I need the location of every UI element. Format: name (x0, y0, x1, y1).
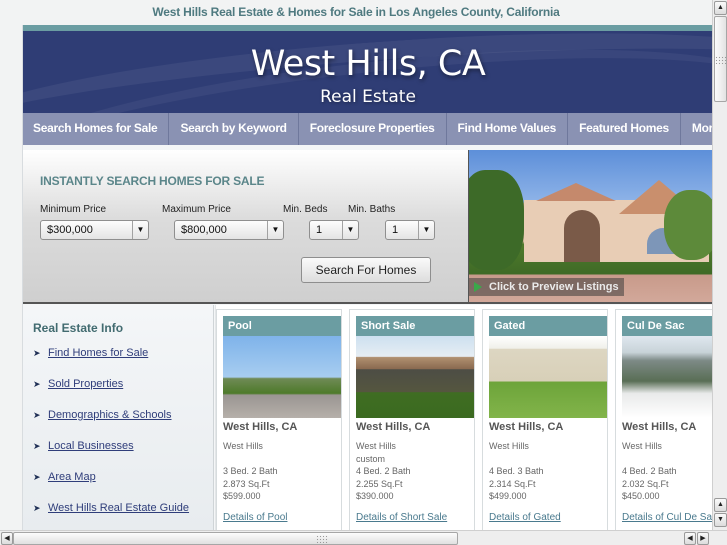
hero-tree (469, 170, 524, 270)
listing-details-link[interactable]: Details of Cul De Sac (622, 512, 712, 523)
listing-city: West Hills, CA (622, 421, 697, 433)
grip-icon (715, 56, 727, 64)
sidebar-heading: Real Estate Info (33, 321, 124, 335)
site-banner: West Hills, CA Real Estate (23, 25, 712, 113)
min-price-value: $300,000 (47, 224, 93, 236)
listing-photo[interactable] (356, 336, 474, 418)
min-baths-select[interactable]: 1 ▼ (385, 220, 435, 240)
listing-info: West Hills custom 4 Bed. 2 Bath 2.255 Sq… (356, 441, 411, 502)
listing-city: West Hills, CA (223, 421, 298, 433)
page-content: West Hills, CA Real Estate Search Homes … (22, 25, 712, 530)
listing-details-link[interactable]: Details of Pool (223, 512, 287, 523)
scroll-left-button[interactable]: ◀ (1, 532, 13, 545)
hero-entry-arch (564, 210, 600, 262)
vertical-scrollbar[interactable]: ▲ ▲ ▼ (712, 0, 727, 530)
listing-details-link[interactable]: Details of Short Sale (356, 512, 447, 523)
chevron-down-icon[interactable]: ▼ (267, 221, 283, 239)
scroll-up-button[interactable]: ▲ (714, 1, 727, 15)
search-for-homes-button[interactable]: Search For Homes (301, 257, 431, 283)
min-price-select[interactable]: $300,000 ▼ (40, 220, 149, 240)
min-beds-label: Min. Beds (283, 204, 328, 215)
listing-info: West Hills 3 Bed. 2 Bath 2.873 Sq.Ft $59… (223, 441, 278, 502)
grip-icon (316, 535, 328, 543)
preview-listings-link[interactable]: Click to Preview Listings (469, 278, 624, 296)
sidebar-link-guide[interactable]: West Hills Real Estate Guide (48, 502, 189, 514)
nav-search-homes[interactable]: Search Homes for Sale (23, 113, 170, 145)
sidebar-link-area-map[interactable]: Area Map (48, 471, 96, 483)
preview-listings-label: Click to Preview Listings (489, 281, 619, 293)
hero-tree (664, 190, 712, 260)
page-heading: West Hills Real Estate & Homes for Sale … (152, 5, 560, 19)
bullet-arrow-icon: ➤ (33, 503, 41, 513)
listing-category: Gated (489, 316, 607, 336)
horizontal-scrollbar[interactable]: ◀ ◀ ▶ (0, 530, 727, 545)
listing-info: West Hills 4 Bed. 2 Bath 2.032 Sq.Ft $45… (622, 441, 677, 502)
scroll-left-button-right[interactable]: ◀ (684, 532, 696, 545)
search-heading: INSTANTLY SEARCH HOMES FOR SALE (40, 174, 265, 188)
nav-foreclosures[interactable]: Foreclosure Properties (299, 113, 447, 145)
listing-card: Gated West Hills, CA West Hills 4 Bed. 3… (482, 309, 608, 530)
scroll-up-button-lower[interactable]: ▲ (714, 498, 727, 512)
bullet-arrow-icon: ➤ (33, 348, 41, 358)
bullet-arrow-icon: ➤ (33, 441, 41, 451)
chevron-down-icon[interactable]: ▼ (342, 221, 358, 239)
bullet-arrow-icon: ➤ (33, 472, 41, 482)
bullet-arrow-icon: ➤ (33, 379, 41, 389)
listing-photo[interactable] (622, 336, 712, 418)
listing-photo[interactable] (489, 336, 607, 418)
listing-card: Pool West Hills, CA West Hills 3 Bed. 2 … (216, 309, 342, 530)
max-price-label: Maximum Price (162, 204, 231, 215)
bullet-arrow-icon: ➤ (33, 410, 41, 420)
max-price-value: $800,000 (181, 224, 227, 236)
nav-home-values[interactable]: Find Home Values (447, 113, 569, 145)
listing-city: West Hills, CA (356, 421, 431, 433)
listing-card: Short Sale West Hills, CA West Hills cus… (349, 309, 475, 530)
nav-featured-homes[interactable]: Featured Homes (568, 113, 681, 145)
vertical-scroll-thumb[interactable] (714, 16, 727, 102)
min-beds-select[interactable]: 1 ▼ (309, 220, 359, 240)
play-arrow-icon (474, 282, 482, 292)
horizontal-scroll-thumb[interactable] (13, 532, 458, 545)
site-subtitle: Real Estate (320, 87, 416, 107)
search-panel: INSTANTLY SEARCH HOMES FOR SALE Minimum … (23, 150, 468, 304)
max-price-select[interactable]: $800,000 ▼ (174, 220, 284, 240)
chevron-down-icon[interactable]: ▼ (132, 221, 148, 239)
listing-info: West Hills 4 Bed. 3 Bath 2.314 Sq.Ft $49… (489, 441, 544, 502)
min-beds-value: 1 (316, 224, 323, 236)
listing-details-link[interactable]: Details of Gated (489, 512, 561, 523)
scroll-right-button[interactable]: ▶ (697, 532, 709, 545)
sidebar-link-find-homes[interactable]: Find Homes for Sale (48, 347, 148, 359)
listing-city: West Hills, CA (489, 421, 564, 433)
nav-search-keyword[interactable]: Search by Keyword (169, 113, 299, 145)
min-baths-label: Min. Baths (348, 204, 396, 215)
listing-photo[interactable] (223, 336, 341, 418)
sidebar-link-demographics[interactable]: Demographics & Schools (48, 409, 172, 421)
listing-card: Cul De Sac West Hills, CA West Hills 4 B… (615, 309, 712, 530)
sidebar-link-businesses[interactable]: Local Businesses (48, 440, 134, 452)
main-nav: Search Homes for Sale Search by Keyword … (23, 113, 712, 145)
featured-listings: Pool West Hills, CA West Hills 3 Bed. 2 … (215, 305, 712, 530)
listing-category: Cul De Sac (622, 316, 712, 336)
sidebar-link-sold[interactable]: Sold Properties (48, 378, 123, 390)
hero-roof (536, 183, 616, 201)
scroll-down-button[interactable]: ▼ (714, 513, 727, 527)
chevron-down-icon[interactable]: ▼ (418, 221, 434, 239)
sidebar: Real Estate Info ➤ Find Homes for Sale ➤ S… (23, 305, 214, 530)
min-price-label: Minimum Price (40, 204, 107, 215)
hero-image[interactable]: Click to Preview Listings (468, 150, 712, 304)
site-title: West Hills, CA (250, 44, 486, 84)
listing-category: Pool (223, 316, 341, 336)
listing-category: Short Sale (356, 316, 474, 336)
nav-mortgage[interactable]: Mortgage (681, 113, 712, 145)
min-baths-value: 1 (392, 224, 399, 236)
